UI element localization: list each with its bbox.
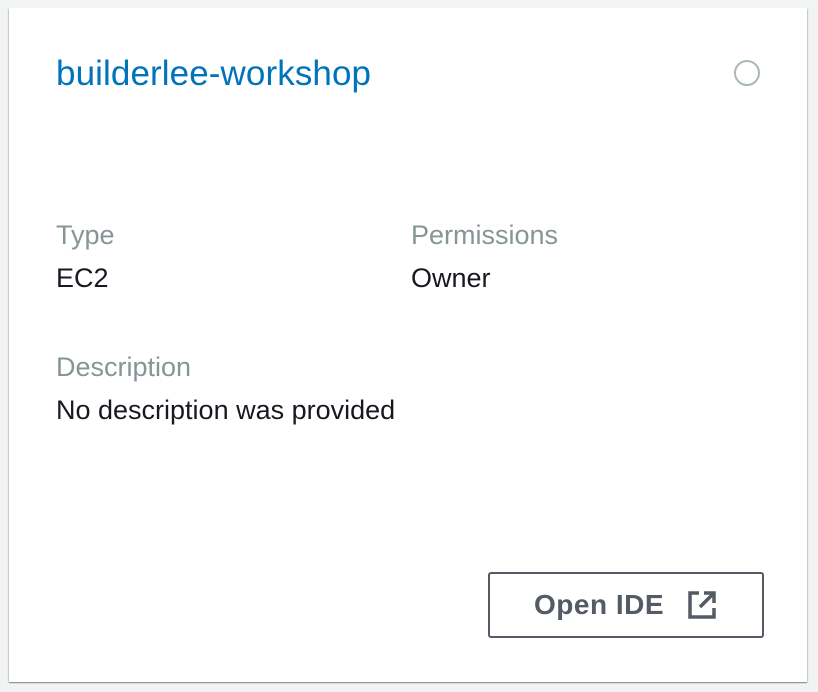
description-label: Description xyxy=(56,352,192,382)
description-value: No description was provided xyxy=(56,395,396,425)
environment-select-radio[interactable] xyxy=(734,60,760,86)
description-field: Description No description was provided xyxy=(56,351,395,426)
permissions-label: Permissions xyxy=(411,220,559,250)
external-link-icon xyxy=(686,589,718,621)
environment-card: builderlee-workshop Type EC2 Permissions… xyxy=(9,8,807,682)
type-value: EC2 xyxy=(56,263,109,293)
open-ide-label: Open IDE xyxy=(533,589,664,620)
environment-name-link[interactable]: builderlee-workshop xyxy=(56,54,371,94)
permissions-field: Permissions Owner xyxy=(411,219,558,294)
type-label: Type xyxy=(56,220,115,250)
permissions-value: Owner xyxy=(411,263,491,293)
open-ide-button[interactable]: Open IDE xyxy=(488,572,764,638)
type-field: Type EC2 xyxy=(56,219,115,294)
